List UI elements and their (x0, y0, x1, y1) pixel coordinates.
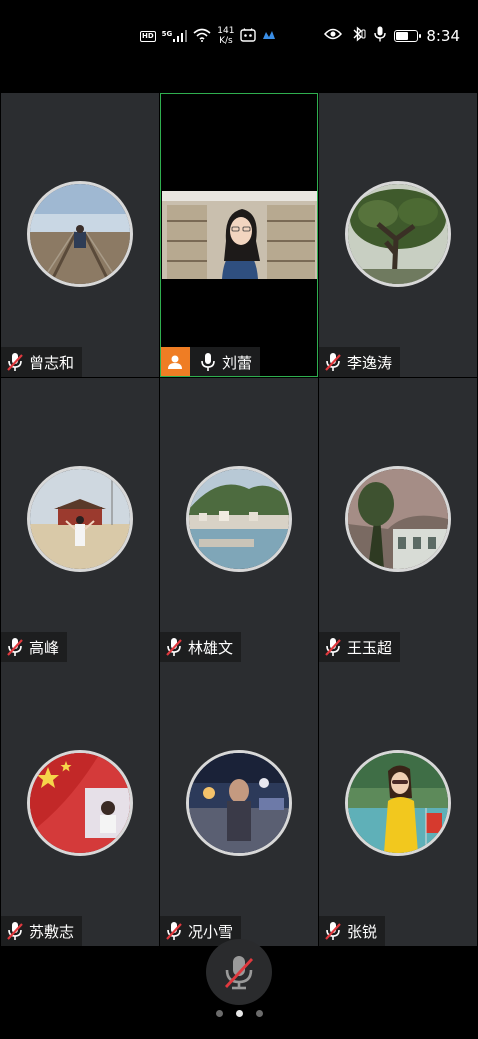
harbor-photo (189, 469, 289, 569)
participant-name: 林雄文 (188, 638, 234, 657)
muted-mic-icon (224, 956, 254, 990)
signal-icon: 5G (162, 30, 188, 42)
status-bar: HD 5G 141 K/s 8:34 (0, 0, 478, 70)
muted-mic-icon (325, 353, 341, 371)
participant-avatar (345, 750, 451, 856)
tree-photo (348, 184, 448, 284)
net-speed: 141 K/s (217, 26, 234, 46)
participant-label: 苏敷志 (1, 916, 83, 946)
participant-name: 张锐 (347, 922, 378, 941)
participant-name: 高峰 (29, 638, 60, 657)
status-left: HD 5G 141 K/s (140, 22, 276, 50)
video-feed (162, 191, 317, 279)
network-type: 5G (161, 30, 173, 38)
participant-avatar (345, 466, 451, 572)
participant-tile-active[interactable]: 刘蕾 (160, 93, 318, 377)
participant-tile[interactable]: 苏敷志 (1, 662, 159, 946)
app-icon (262, 30, 276, 43)
muted-mic-icon (325, 638, 341, 656)
participant-label: 王玉超 (319, 632, 401, 662)
night-street-photo (189, 753, 289, 853)
muted-mic-icon (7, 922, 23, 940)
muted-mic-icon (7, 353, 23, 371)
muted-mic-icon (166, 638, 182, 656)
bluetooth-icon (350, 26, 366, 46)
participant-tile[interactable]: 张锐 (319, 662, 477, 946)
muted-mic-icon (7, 638, 23, 656)
participant-avatar (186, 466, 292, 572)
participant-label: 高峰 (1, 632, 68, 662)
muted-mic-icon (325, 922, 341, 940)
participant-name: 李逸涛 (347, 353, 393, 372)
battery-fill (396, 32, 408, 40)
host-icon (161, 347, 190, 376)
participant-name: 曾志和 (29, 353, 75, 372)
wifi-icon (193, 28, 211, 45)
participant-tile[interactable]: 王玉超 (319, 378, 477, 662)
participant-tile[interactable]: 林雄文 (160, 378, 318, 662)
gate-photo (30, 469, 130, 569)
participant-grid: 曾志和 刘蕾 李逸涛 高峰 林雄文 王玉超 苏敷志 况小雪 张锐 (0, 93, 478, 946)
mic-icon (374, 26, 387, 46)
participant-name: 况小雪 (188, 922, 234, 941)
participant-avatar (345, 181, 451, 287)
participant-tile[interactable]: 李逸涛 (319, 93, 477, 377)
muted-mic-icon (166, 922, 182, 940)
railway-photo (30, 184, 130, 284)
eye-icon (324, 28, 343, 44)
participant-avatar (27, 750, 133, 856)
participant-avatar (27, 466, 133, 572)
participant-label: 张锐 (319, 916, 386, 946)
participant-tile[interactable]: 高峰 (1, 378, 159, 662)
participant-label: 李逸涛 (319, 347, 401, 377)
page-dot-current[interactable] (235, 1010, 243, 1017)
participant-label: 林雄文 (160, 632, 242, 662)
page-dot[interactable] (215, 1010, 223, 1017)
net-speed-unit: K/s (219, 36, 233, 46)
participant-tile[interactable]: 曾志和 (1, 93, 159, 377)
mic-icon (201, 353, 215, 371)
page-dot[interactable] (255, 1010, 263, 1017)
participant-name: 王玉超 (347, 638, 393, 657)
participant-name: 刘蕾 (222, 353, 253, 372)
lake-photo (348, 753, 448, 853)
flag-photo (30, 753, 130, 853)
building-photo (348, 469, 448, 569)
clock: 8:34 (426, 27, 460, 45)
participant-name: 苏敷志 (29, 922, 75, 941)
status-right: 8:34 (324, 24, 460, 48)
net-speed-value: 141 (217, 26, 235, 36)
participant-avatar (27, 181, 133, 287)
participant-label: 刘蕾 (161, 347, 261, 376)
self-mute-button[interactable] (206, 939, 272, 1005)
participant-tile[interactable]: 况小雪 (160, 662, 318, 946)
notification-icon (240, 27, 257, 45)
battery-icon (394, 30, 422, 42)
participant-avatar (186, 750, 292, 856)
participant-label: 曾志和 (1, 347, 83, 377)
participant-video (162, 191, 317, 279)
page-indicator[interactable] (0, 1010, 478, 1017)
hd-icon: HD (140, 30, 156, 42)
